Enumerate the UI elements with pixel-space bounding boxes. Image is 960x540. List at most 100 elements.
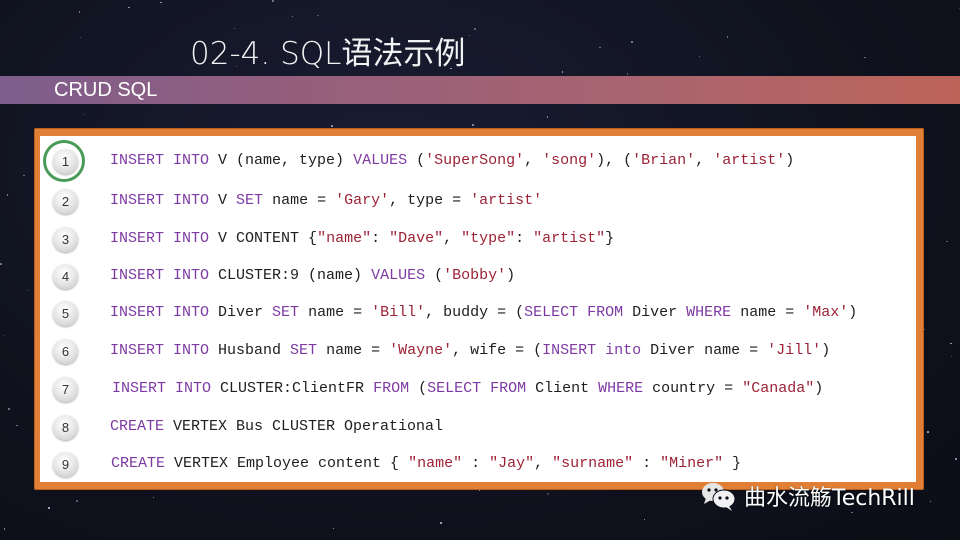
code-line: 8 CREATE VERTEX Bus CLUSTER Operational [40, 412, 916, 442]
code-token: Husband [209, 342, 291, 359]
code-text: INSERT INTO Husband SET name = 'Wayne', … [110, 341, 830, 361]
line-number-badge: 6 [53, 339, 78, 364]
line-number-badge: 7 [53, 377, 78, 402]
star [950, 342, 952, 345]
code-line: 9 CREATE VERTEX Employee content { "name"… [40, 449, 916, 479]
sql-keyword: SET [290, 342, 318, 359]
sql-keyword: WHERE [598, 380, 644, 397]
code-token: ( [425, 267, 444, 284]
string-literal: "artist" [533, 230, 606, 247]
star [160, 1, 162, 4]
sql-keyword: INSERT INTO [110, 304, 210, 321]
star [546, 116, 549, 118]
code-text: INSERT INTO Diver SET name = 'Bill', bud… [110, 303, 857, 323]
code-token: name = [317, 342, 390, 359]
code-token: name = [299, 304, 372, 321]
code-token: , [534, 455, 553, 472]
code-token: name = [263, 192, 336, 209]
star [474, 28, 476, 30]
sql-keyword: WHERE [686, 304, 732, 321]
code-token: ) [848, 304, 858, 321]
code-token: V [209, 192, 237, 209]
code-line: 2 INSERT INTO V SET name = 'Gary', type =… [40, 186, 916, 216]
line-number-badge: 4 [53, 264, 78, 289]
star [851, 511, 853, 514]
code-token: ) [506, 267, 516, 284]
line-number-badge: 9 [53, 452, 78, 477]
code-token: name = [731, 304, 804, 321]
code-text: INSERT INTO V (name, type) VALUES ('Supe… [110, 151, 794, 171]
star [79, 36, 82, 39]
star [547, 493, 549, 495]
star [3, 528, 6, 530]
code-text: CREATE VERTEX Bus CLUSTER Operational [110, 417, 443, 437]
code-token: Diver [623, 304, 687, 321]
code-line: 6 INSERT INTO Husband SET name = 'Wayne',… [40, 336, 916, 366]
star [8, 408, 10, 410]
sql-keyword: VALUES [371, 267, 426, 284]
code-token: ( [409, 380, 428, 397]
star [927, 431, 929, 433]
star [599, 46, 601, 49]
star [128, 6, 130, 9]
sql-keyword: SELECT FROM [524, 304, 624, 321]
star [16, 424, 18, 427]
star [946, 240, 948, 243]
sql-keyword: CREATE [111, 455, 166, 472]
line-number-badge: 3 [53, 227, 78, 252]
star [82, 113, 85, 116]
star [468, 34, 471, 37]
sql-keyword: INSERT INTO [110, 192, 210, 209]
sql-keyword: INSERT INTO [110, 267, 210, 284]
section-band: CRUD SQL [0, 76, 960, 104]
line-number-badge: 5 [53, 301, 78, 326]
code-text: INSERT INTO V CONTENT {"name": "Dave", "… [110, 229, 614, 249]
string-literal: 'Wayne' [389, 342, 453, 359]
string-literal: 'song' [542, 152, 597, 169]
string-literal: "Jay" [489, 455, 535, 472]
code-token: CLUSTER:9 (name) [209, 267, 372, 284]
sql-keyword: SET [236, 192, 264, 209]
code-token: } [605, 230, 615, 247]
code-text: INSERT INTO V SET name = 'Gary', type = … [110, 191, 542, 211]
string-literal: 'Bobby' [443, 267, 507, 284]
code-token: ) [814, 380, 824, 397]
code-token: , [443, 230, 462, 247]
star [472, 124, 474, 126]
star [561, 71, 564, 73]
star [929, 500, 932, 502]
string-literal: "surname" [552, 455, 634, 472]
code-token: ) [785, 152, 795, 169]
sql-keyword: INSERT into [542, 342, 642, 359]
code-listing: 1 INSERT INTO V (name, type) VALUES ('Sup… [40, 136, 916, 482]
sql-keyword: INSERT INTO [110, 342, 210, 359]
code-line: 1 INSERT INTO V (name, type) VALUES ('Sup… [40, 140, 916, 182]
string-literal: 'Bill' [371, 304, 426, 321]
code-token: ( [407, 152, 426, 169]
string-literal: "name" [317, 230, 372, 247]
code-token: : [462, 455, 490, 472]
watermark: 曲水流觞TechRill [700, 480, 915, 512]
sql-keyword: VALUES [353, 152, 408, 169]
string-literal: "name" [408, 455, 463, 472]
code-token: country = [643, 380, 743, 397]
sql-keyword: INSERT INTO [110, 230, 210, 247]
sql-keyword: FROM [373, 380, 410, 397]
code-token: , [695, 152, 714, 169]
code-line: 5 INSERT INTO Diver SET name = 'Bill', bu… [40, 298, 916, 328]
code-token: : [515, 230, 534, 247]
line-number-badge: 8 [53, 415, 78, 440]
code-text: INSERT INTO CLUSTER:9 (name) VALUES ('Bo… [110, 266, 515, 286]
star [332, 527, 335, 530]
star [698, 55, 701, 58]
star [152, 496, 155, 499]
code-token: , buddy = ( [425, 304, 525, 321]
code-token: ), ( [596, 152, 633, 169]
star [0, 263, 2, 265]
code-token: Diver name = [641, 342, 768, 359]
code-token: } [723, 455, 742, 472]
code-token: V (name, type) [209, 152, 354, 169]
string-literal: 'Gary' [335, 192, 390, 209]
string-literal: "Miner" [660, 455, 724, 472]
star [331, 125, 333, 127]
